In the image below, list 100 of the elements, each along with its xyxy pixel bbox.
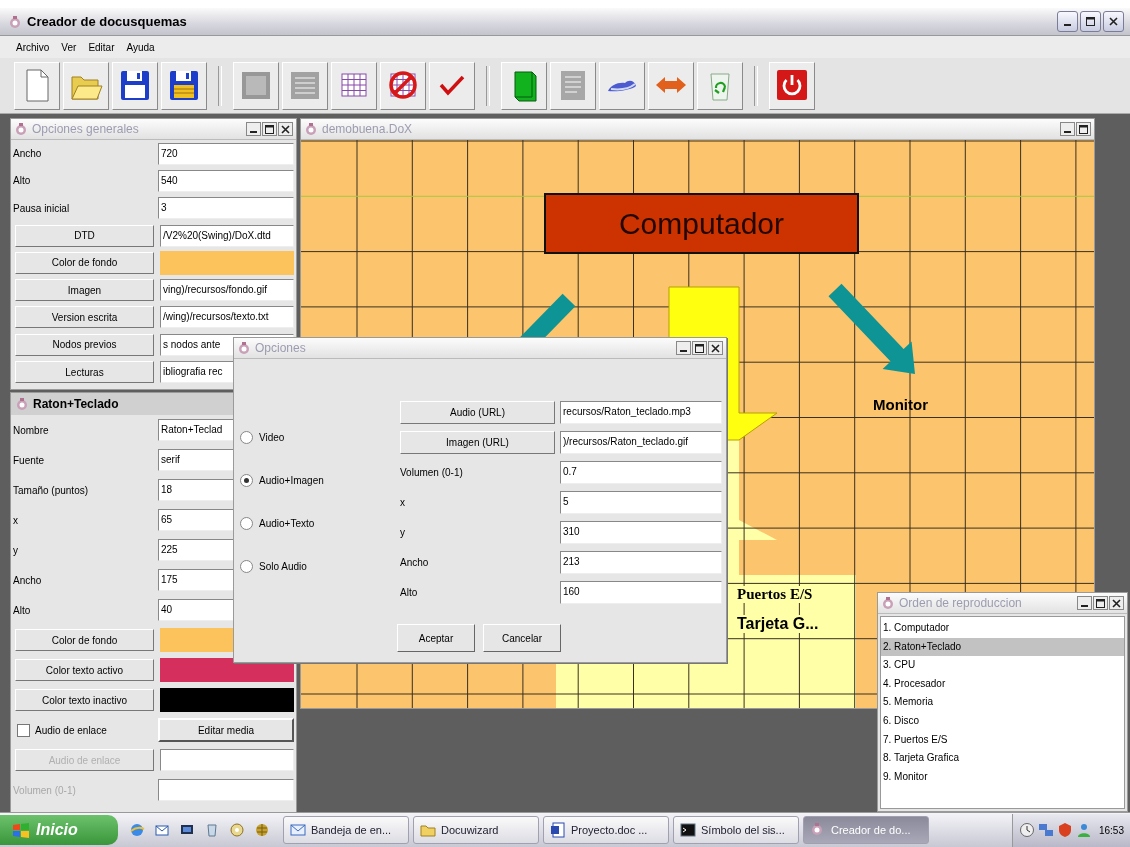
toolbar-button[interactable] — [501, 61, 547, 110]
text-field[interactable]: 720 — [158, 142, 294, 165]
field-label: Ancho — [400, 557, 430, 568]
field-label: Alto — [400, 587, 419, 598]
task-label: Docuwizard — [441, 824, 499, 836]
dialog-button[interactable]: Aceptar — [397, 624, 475, 652]
browser-icon — [129, 822, 145, 838]
text-field[interactable]: recursos/Raton_teclado.mp3 — [560, 401, 722, 424]
text-field[interactable] — [160, 749, 294, 771]
list-item[interactable]: 1. Computador — [881, 619, 1124, 638]
property-button[interactable]: Nodos previos — [15, 333, 154, 356]
windows-logo-icon — [12, 822, 30, 838]
menu-item[interactable]: Ver — [61, 41, 77, 53]
window-title: Orden de reproduccion — [899, 596, 1022, 610]
property-button[interactable]: Imagen — [15, 279, 154, 302]
edit-button[interactable]: Editar media — [158, 718, 294, 742]
toolbar-button[interactable] — [112, 61, 158, 110]
minimize-icon — [680, 350, 687, 352]
taskbar-button[interactable]: Bandeja de en... — [283, 816, 409, 844]
mail-icon — [290, 822, 306, 838]
close-icon — [1111, 597, 1122, 609]
text-field[interactable]: 0.7 — [560, 461, 722, 484]
toolbar-button[interactable] — [63, 61, 109, 110]
list-item[interactable]: 9. Monitor — [881, 767, 1124, 787]
list-item[interactable]: 5. Memoria — [881, 693, 1124, 712]
panel-title: Raton+Teclado — [33, 397, 119, 411]
property-button[interactable]: Color texto inactivo — [15, 689, 154, 711]
menu-item[interactable]: Ayuda — [126, 41, 155, 53]
list-item[interactable]: 8. Tarjeta Grafica — [881, 749, 1124, 768]
close-icon — [710, 342, 721, 354]
toolbar-button[interactable] — [769, 61, 815, 110]
field-label: x — [13, 514, 19, 526]
property-button[interactable]: Color de fondo — [15, 629, 154, 651]
property-button[interactable]: Lecturas — [15, 361, 154, 383]
text-field[interactable] — [158, 779, 294, 801]
taskbar-button[interactable]: Símbolo del sis... — [673, 816, 799, 844]
menu-item[interactable]: Editar — [88, 41, 115, 53]
maximize-button[interactable] — [1080, 11, 1101, 32]
text-field[interactable]: ving)/recursos/fondo.gif — [160, 279, 294, 302]
list-item[interactable]: 3. CPU — [881, 656, 1124, 675]
property-button[interactable]: DTD — [15, 224, 154, 247]
text-field[interactable]: 160 — [560, 581, 722, 604]
radio-button[interactable] — [240, 473, 253, 487]
radio-label: Video — [259, 431, 285, 443]
taskbar-button[interactable]: Proyecto.doc ... — [543, 816, 669, 844]
close-button[interactable] — [1103, 11, 1124, 32]
field-label: x — [400, 497, 406, 508]
task-label: Bandeja de en... — [311, 824, 392, 836]
list-item[interactable]: 2. Raton+Teclado — [881, 637, 1124, 657]
dialog-button[interactable]: Cancelar — [483, 624, 561, 652]
radio-button[interactable] — [240, 516, 253, 530]
toolbar-button[interactable] — [648, 61, 694, 110]
property-button[interactable]: Imagen (URL) — [400, 431, 555, 454]
toolbar-button[interactable] — [697, 61, 743, 110]
list-item[interactable]: 4. Procesador — [881, 674, 1124, 694]
radio-label: Solo Audio — [259, 560, 307, 572]
field-label: Volumen (0-1) — [13, 784, 77, 796]
toolbar-button[interactable] — [380, 61, 426, 110]
app-icon — [14, 122, 28, 136]
property-button[interactable]: Audio (URL) — [400, 401, 555, 424]
task-label: Símbolo del sis... — [701, 824, 785, 836]
list-item[interactable]: 6. Disco — [881, 711, 1124, 731]
mail-icon — [154, 822, 170, 838]
toolbar-button[interactable] — [599, 61, 645, 110]
document-icon — [550, 822, 566, 838]
taskbar-button[interactable]: Docuwizard — [413, 816, 539, 844]
menu-item[interactable]: Archivo — [16, 41, 50, 53]
text-field[interactable]: 310 — [560, 521, 722, 544]
close-icon — [280, 123, 291, 135]
toolbar-button[interactable] — [161, 61, 207, 110]
text-field[interactable]: 3 — [158, 197, 294, 220]
toolbar-button[interactable] — [14, 61, 60, 110]
field-label: y — [13, 544, 19, 556]
field-label: Ancho — [13, 574, 43, 586]
text-field[interactable]: 213 — [560, 551, 722, 574]
property-button[interactable]: Color de fondo — [15, 251, 154, 274]
text-field[interactable]: /wing)/recursos/texto.txt — [160, 306, 294, 329]
property-button[interactable]: Version escrita — [15, 306, 154, 329]
text-field[interactable]: )/recursos/Raton_teclado.gif — [560, 431, 722, 454]
radio-button[interactable] — [240, 559, 253, 573]
text-field[interactable]: 5 — [560, 491, 722, 514]
minimize-icon — [1064, 23, 1071, 26]
text-field[interactable]: /V2%20(Swing)/DoX.dtd — [160, 224, 294, 247]
list-item[interactable]: 7. Puertos E/S — [881, 730, 1124, 750]
app-icon — [8, 14, 22, 29]
minimize-button[interactable] — [1057, 11, 1078, 32]
radio-button[interactable] — [240, 430, 253, 444]
power-icon — [775, 68, 809, 103]
field-label: Tamaño (puntos) — [13, 484, 90, 496]
user-icon — [1075, 822, 1092, 838]
toolbar-button[interactable] — [331, 61, 377, 110]
toolbar-button[interactable] — [429, 61, 475, 110]
bin-icon — [204, 822, 220, 838]
checkbox-label: Audio de enlace — [35, 724, 107, 736]
maximize-icon — [1078, 123, 1089, 135]
field-label: Ancho — [13, 148, 43, 160]
window-title: Opciones generales — [32, 122, 139, 136]
checkbox[interactable] — [17, 723, 30, 737]
text-field[interactable]: 540 — [158, 169, 294, 192]
property-button[interactable]: Color texto activo — [15, 659, 154, 681]
